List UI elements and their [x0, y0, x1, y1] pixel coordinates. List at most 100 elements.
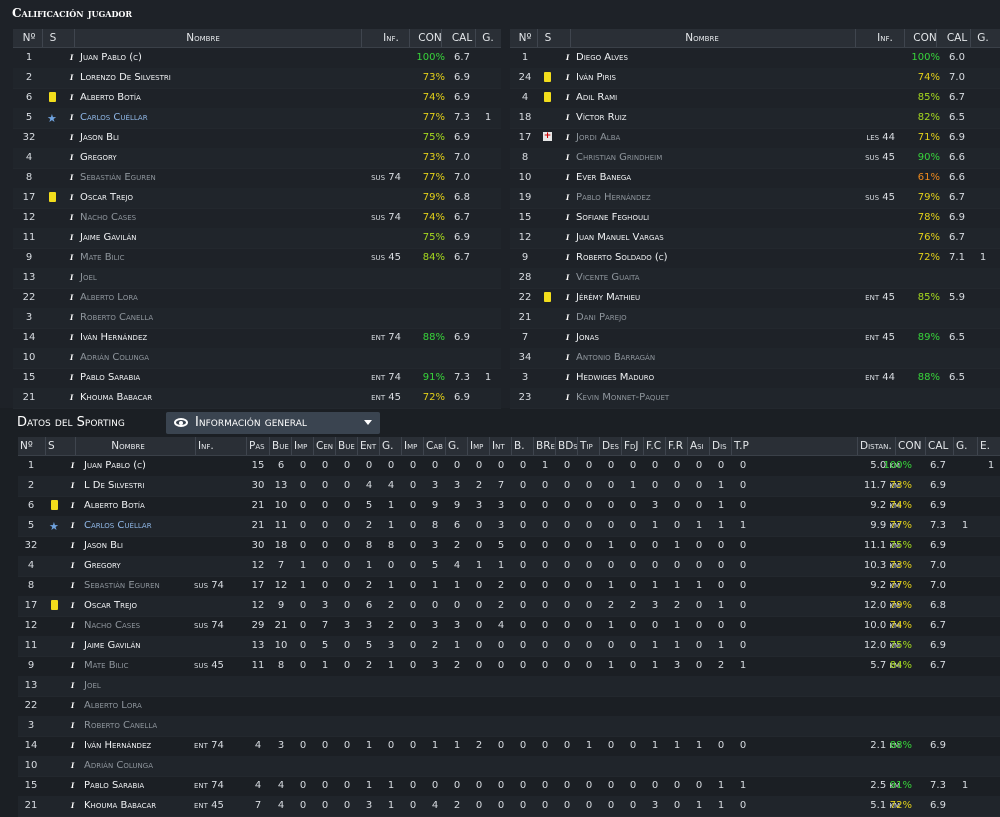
col-header-inf[interactable]: Inf. — [371, 32, 411, 44]
col-header-num[interactable]: Nº — [514, 32, 536, 44]
info-icon[interactable]: i — [70, 72, 73, 83]
player-name[interactable]: Iván Hernández — [84, 740, 151, 751]
player-row[interactable]: 10 i Adrián Colunga — [13, 348, 501, 369]
info-icon[interactable]: i — [71, 780, 74, 791]
col-header[interactable]: S — [48, 440, 62, 452]
player-name[interactable]: L De Silvestri — [84, 480, 144, 491]
player-row[interactable]: 9 i Mate Bilic sus 45 11 8 0 1 0 2 1 0 3 2 0 0 0 0 0 0 1 0 1 3 0… — [18, 656, 1000, 677]
info-icon[interactable]: i — [71, 740, 74, 751]
player-row[interactable]: 32 i Jason Bli 30 18 0 0 0 8 8 0 3 2 0 5 0 0 0 0 1 0 0 1 0 0 0 11.… — [18, 536, 1000, 557]
player-row[interactable]: 6 i Alberto Botía 74% 6.9 — [13, 88, 501, 109]
player-row[interactable]: 3 i Roberto Canella — [18, 716, 1000, 737]
player-row[interactable]: 1 i Diego Alves 100% 6.0 — [510, 48, 1000, 69]
info-icon[interactable]: i — [70, 92, 73, 103]
player-name[interactable]: Juan Manuel Vargas — [576, 232, 664, 243]
player-name[interactable]: Alberto Lora — [80, 292, 138, 303]
player-row[interactable]: 19 i Pablo Hernández sus 45 79% 6.7 — [510, 188, 1000, 209]
info-icon[interactable]: i — [566, 112, 569, 123]
info-icon[interactable]: i — [70, 372, 73, 383]
player-row[interactable]: 12 i Juan Manuel Vargas 76% 6.7 — [510, 228, 1000, 249]
view-dropdown[interactable]: Información general — [166, 412, 380, 434]
player-row[interactable]: 7 i Jonas ent 45 89% 6.5 — [510, 328, 1000, 349]
info-icon[interactable]: i — [566, 192, 569, 203]
player-row[interactable]: 4 i Gregory 73% 7.0 — [13, 148, 501, 169]
info-icon[interactable]: i — [566, 292, 569, 303]
col-header-num[interactable]: Nº — [18, 32, 40, 44]
info-icon[interactable]: i — [71, 540, 74, 551]
player-name[interactable]: Jaime Gavilán — [84, 640, 140, 651]
info-icon[interactable]: i — [566, 352, 569, 363]
player-row[interactable]: 23 i Kevin Monnet-Paquet — [510, 388, 1000, 409]
info-icon[interactable]: i — [566, 272, 569, 283]
player-name[interactable]: Vicente Guaita — [576, 272, 640, 283]
player-name[interactable]: Kevin Monnet-Paquet — [576, 392, 669, 403]
info-icon[interactable]: i — [566, 132, 569, 143]
player-name[interactable]: Iván Piris — [576, 72, 616, 83]
player-row[interactable]: 6 i Alberto Botía 21 10 0 0 0 5 1 0 9 9 3 3 0 0 0 0 0 0 3 0 0 1 0… — [18, 496, 1000, 517]
info-icon[interactable]: i — [71, 500, 74, 511]
col-header[interactable]: CON — [898, 440, 926, 452]
player-row[interactable]: 8 i Sebastián Eguren sus 74 77% 7.0 — [13, 168, 501, 189]
player-row[interactable]: 28 i Vicente Guaita — [510, 268, 1000, 289]
info-icon[interactable]: i — [566, 92, 569, 103]
player-name[interactable]: Gregory — [80, 152, 117, 163]
col-header-g[interactable]: G. — [481, 32, 495, 44]
info-icon[interactable]: i — [566, 152, 569, 163]
player-row[interactable]: 17 + i Jordi Alba les 44 71% 6.9 — [510, 128, 1000, 149]
player-row[interactable]: 10 i Ever Banega 61% 6.6 — [510, 168, 1000, 189]
col-header-cal[interactable]: CAL — [942, 32, 972, 44]
col-header-name[interactable]: Nombre — [103, 32, 303, 44]
player-row[interactable]: 14 i Iván Hernández ent 74 4 3 0 0 0 1 0 0 1 1 2 0 0 0 0 1 0… — [18, 736, 1000, 757]
player-name[interactable]: Joel — [80, 272, 97, 283]
info-icon[interactable]: i — [71, 800, 74, 811]
player-name[interactable]: Khouma Babacar — [84, 800, 156, 811]
player-name[interactable]: Khouma Babacar — [80, 392, 152, 403]
player-name[interactable]: Iván Hernández — [80, 332, 147, 343]
player-row[interactable]: 17 i Oscar Trejo 79% 6.8 — [13, 188, 501, 209]
player-row[interactable]: 15 i Pablo Sarabia ent 74 91% 7.3 1 — [13, 368, 501, 389]
col-header[interactable]: G. — [956, 440, 974, 452]
info-icon[interactable]: i — [70, 152, 73, 163]
player-name[interactable]: Jason Bli — [80, 132, 119, 143]
info-icon[interactable]: i — [71, 580, 74, 591]
player-name[interactable]: Adrián Colunga — [84, 760, 153, 771]
col-header-name[interactable]: Nombre — [602, 32, 802, 44]
player-name[interactable]: Nacho Cases — [80, 212, 136, 223]
player-row[interactable]: 3 i Roberto Canella — [13, 308, 501, 329]
player-name[interactable]: Mate Bilic — [80, 252, 125, 263]
info-icon[interactable]: i — [71, 600, 74, 611]
player-name[interactable]: Roberto Canella — [84, 720, 157, 731]
player-row[interactable]: 22 i Alberto Lora — [13, 288, 501, 309]
player-name[interactable]: Adrián Colunga — [80, 352, 149, 363]
player-name[interactable]: Ever Banega — [576, 172, 631, 183]
info-icon[interactable]: i — [71, 520, 74, 531]
info-icon[interactable]: i — [71, 560, 74, 571]
player-row[interactable]: 21 i Khouma Babacar ent 45 7 4 0 0 0 3 1 0 4 2 0 0 0 0 0 0 0… — [18, 796, 1000, 817]
info-icon[interactable]: i — [70, 292, 73, 303]
col-header[interactable]: E. — [980, 440, 998, 452]
player-row[interactable]: 22 i Alberto Lora — [18, 696, 1000, 717]
player-name[interactable]: Carlos Cuéllar — [80, 112, 148, 123]
info-icon[interactable]: i — [70, 232, 73, 243]
info-icon[interactable]: i — [566, 232, 569, 243]
player-name[interactable]: Carlos Cuéllar — [84, 520, 152, 531]
info-icon[interactable]: i — [71, 680, 74, 691]
player-name[interactable]: Jaime Gavilán — [80, 232, 136, 243]
info-icon[interactable]: i — [71, 640, 74, 651]
player-row[interactable]: 1 i Juan Pablo (c) 100% 6.7 — [13, 48, 501, 69]
player-name[interactable]: Adil Rami — [576, 92, 617, 103]
player-name[interactable]: Joel — [84, 680, 101, 691]
player-row[interactable]: 4 i Adil Rami 85% 6.7 — [510, 88, 1000, 109]
player-row[interactable]: 13 i Joel — [18, 676, 1000, 697]
info-icon[interactable]: i — [566, 392, 569, 403]
info-icon[interactable]: i — [71, 460, 74, 471]
player-row[interactable]: 15 i Pablo Sarabia ent 74 4 4 0 0 0 1 1 0 0 0 0 0 0 0 0 0 0 0… — [18, 776, 1000, 797]
info-icon[interactable]: i — [71, 700, 74, 711]
info-icon[interactable]: i — [70, 352, 73, 363]
player-name[interactable]: Lorenzo De Silvestri — [80, 72, 171, 83]
player-row[interactable]: 14 i Iván Hernández ent 74 88% 6.9 — [13, 328, 501, 349]
info-icon[interactable]: i — [70, 272, 73, 283]
player-name[interactable]: Alberto Botía — [80, 92, 141, 103]
player-row[interactable]: 8 i Christian Grindheim sus 45 90% 6.6 — [510, 148, 1000, 169]
player-name[interactable]: Jonas — [576, 332, 599, 343]
